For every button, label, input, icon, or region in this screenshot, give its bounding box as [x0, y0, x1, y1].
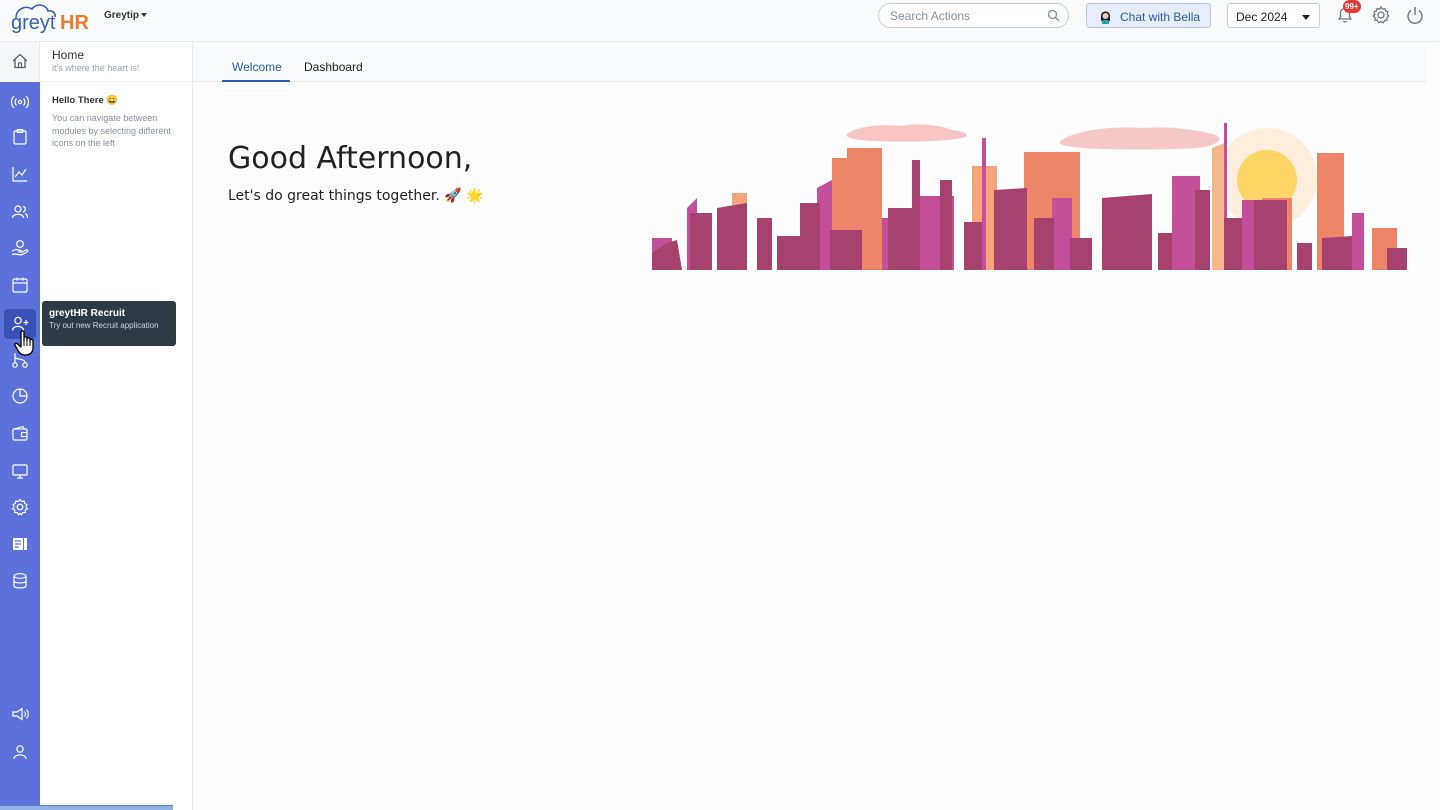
home-icon[interactable]	[11, 52, 29, 70]
people-icon[interactable]	[10, 202, 30, 222]
side-panel: Home it's where the heart is! Hello Ther…	[40, 42, 193, 810]
panel-subtitle: it's where the heart is!	[52, 63, 140, 73]
panel-title: Home	[52, 48, 85, 62]
user-icon[interactable]	[10, 742, 30, 762]
broadcast-icon[interactable]	[10, 92, 30, 112]
hand-coin-icon[interactable]	[10, 238, 30, 258]
search-box[interactable]	[878, 3, 1069, 28]
hand-cursor-icon	[14, 330, 34, 356]
clipboard-icon[interactable]	[10, 127, 30, 147]
recruit-tooltip: greytHR Recruit Try out new Recruit appl…	[42, 301, 176, 346]
greeting-heading: Good Afternoon,	[228, 141, 473, 176]
caret-down-icon	[141, 13, 148, 18]
month-value: Dec 2024	[1236, 10, 1288, 24]
pie-chart-icon[interactable]	[10, 386, 30, 406]
svg-text:greyt: greyt	[11, 12, 56, 34]
gear-icon[interactable]	[1371, 5, 1391, 25]
svg-text:HR: HR	[60, 12, 89, 34]
active-tab-indicator	[222, 80, 290, 82]
database-icon[interactable]	[10, 571, 30, 591]
home-rail-item[interactable]	[0, 42, 40, 82]
greeting-tagline: Let's do great things together. 🚀 🌟	[228, 188, 484, 204]
org-name: Greytip	[104, 10, 140, 21]
month-select[interactable]: Dec 2024	[1227, 3, 1320, 28]
org-switcher[interactable]: Greytip	[104, 10, 148, 21]
chart-line-icon[interactable]	[10, 164, 30, 184]
city-skyline-illustration	[652, 123, 1407, 270]
tooltip-title: greytHR Recruit	[49, 308, 126, 319]
tab-welcome[interactable]: Welcome	[232, 60, 282, 74]
calendar-icon[interactable]	[10, 275, 30, 295]
document-list-icon[interactable]	[10, 534, 30, 554]
panel-header: Home it's where the heart is!	[40, 42, 192, 82]
wallet-icon[interactable]	[10, 424, 30, 444]
chat-label: Chat with Bella	[1120, 10, 1201, 24]
tab-bar: Welcome Dashboard	[193, 42, 1427, 82]
download-bar	[0, 805, 173, 810]
greythr-logo[interactable]: greyt HR	[10, 2, 102, 36]
top-bar: greyt HR Greytip Chat with Bella Dec 202…	[0, 0, 1440, 42]
caret-down-icon	[1302, 15, 1310, 20]
hello-description: You can navigate between modules by sele…	[52, 113, 171, 148]
chat-with-bella-button[interactable]: Chat with Bella	[1086, 3, 1211, 28]
tooltip-description: Try out new Recruit application	[49, 321, 159, 330]
notification-badge: 99+	[1343, 0, 1361, 13]
search-input[interactable]	[890, 9, 1040, 23]
power-icon[interactable]	[1405, 5, 1425, 25]
bella-avatar-icon	[1101, 11, 1110, 24]
monitor-icon[interactable]	[10, 461, 30, 481]
tab-dashboard[interactable]: Dashboard	[304, 60, 363, 74]
module-rail	[0, 42, 40, 810]
hello-heading: Hello There 😀	[52, 95, 119, 106]
search-icon[interactable]	[1047, 9, 1060, 22]
megaphone-icon[interactable]	[10, 704, 30, 724]
settings-cog-icon[interactable]	[10, 497, 30, 517]
